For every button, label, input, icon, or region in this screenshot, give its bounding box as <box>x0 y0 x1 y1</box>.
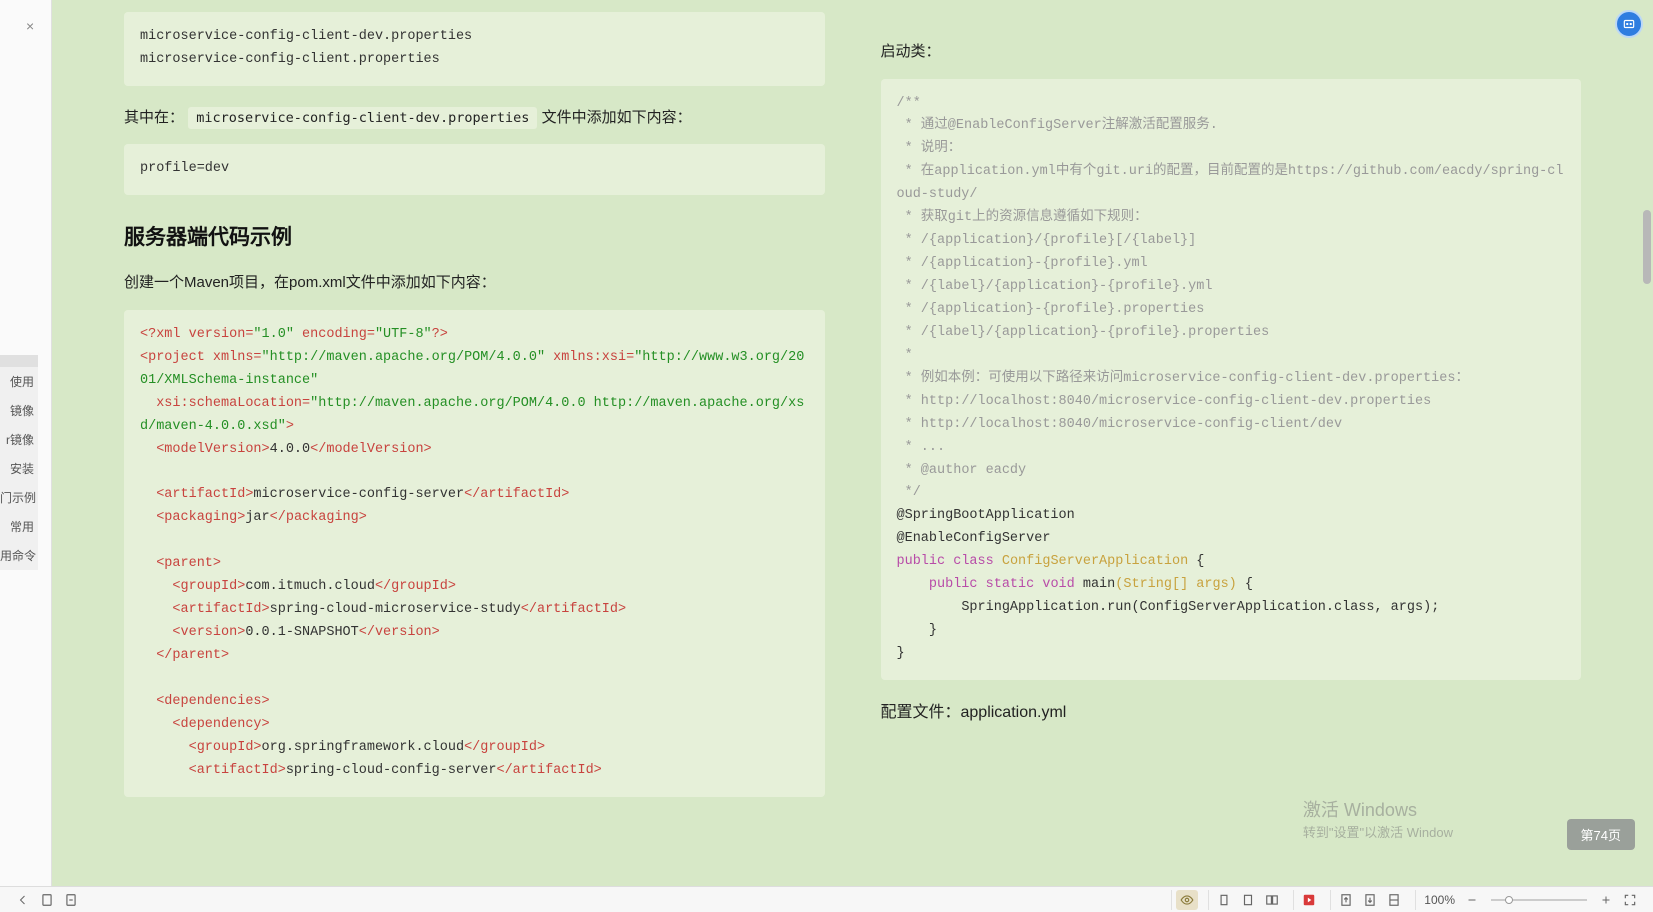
code-block-profile: profile=dev <box>124 144 825 195</box>
outline-item[interactable]: 常用 <box>0 512 38 541</box>
text: 文件中添加如下内容： <box>542 109 692 126</box>
assist-float-button[interactable] <box>1615 10 1643 38</box>
fullscreen-icon[interactable] <box>1619 890 1641 910</box>
outline-item[interactable]: 镜像 <box>0 396 38 425</box>
page-left: microservice-config-client-dev.propertie… <box>52 0 853 886</box>
play-slideshow-icon[interactable] <box>1298 890 1320 910</box>
inline-code: microservice-config-client-dev.propertie… <box>188 107 537 129</box>
outline-panel: 使用 镜像 r镜像 安装 门示例 常用 用命令 <box>0 355 38 570</box>
scrollbar-vertical[interactable] <box>1641 4 1651 856</box>
nav-prev-icon[interactable] <box>12 890 34 910</box>
section-heading: 服务器端代码示例 <box>124 221 825 251</box>
layout-single-icon[interactable] <box>1213 890 1235 910</box>
layout-two-page-icon[interactable] <box>1261 890 1283 910</box>
zoom-out-icon[interactable] <box>1461 890 1483 910</box>
outline-item[interactable]: 用命令 <box>0 541 38 570</box>
config-file-label: 配置文件：application.yml <box>881 698 1582 728</box>
app-root: × 使用 镜像 r镜像 安装 门示例 常用 用命令 microservice-c… <box>0 0 1653 912</box>
page-right: 启动类： /** * 通过@EnableConfigServer注解激活配置服务… <box>853 0 1653 886</box>
outline-item[interactable]: 使用 <box>0 367 38 396</box>
outline-item[interactable] <box>0 355 38 367</box>
page-fit-icon[interactable] <box>1383 890 1405 910</box>
outline-item[interactable]: 安装 <box>0 454 38 483</box>
paragraph: 创建一个Maven项目，在pom.xml文件中添加如下内容： <box>124 269 825 298</box>
scrollbar-thumb[interactable] <box>1643 210 1651 284</box>
page-add-icon[interactable] <box>36 890 58 910</box>
text: 其中在： <box>124 109 184 126</box>
import-icon[interactable] <box>1359 890 1381 910</box>
outline-item[interactable]: r镜像 <box>0 425 38 454</box>
bottom-toolbar: 100% <box>0 886 1653 912</box>
outline-item[interactable]: 门示例 <box>0 483 38 512</box>
paragraph: 启动类： <box>881 38 1582 67</box>
zoom-slider[interactable] <box>1491 899 1587 901</box>
left-gutter: × 使用 镜像 r镜像 安装 门示例 常用 用命令 <box>0 0 52 886</box>
document-content: microservice-config-client-dev.propertie… <box>52 0 1653 886</box>
page-indicator-badge[interactable]: 第74页 <box>1567 819 1635 850</box>
close-icon[interactable]: × <box>26 18 34 34</box>
zoom-level-label: 100% <box>1420 893 1459 907</box>
export-icon[interactable] <box>1335 890 1357 910</box>
view-reading-icon[interactable] <box>1176 890 1198 910</box>
zoom-slider-thumb[interactable] <box>1505 896 1513 904</box>
code-block-pom: <?xml version="1.0" encoding="UTF-8"?> <… <box>124 310 825 797</box>
layout-page-icon[interactable] <box>1237 890 1259 910</box>
main-area: × 使用 镜像 r镜像 安装 门示例 常用 用命令 microservice-c… <box>0 0 1653 886</box>
page-remove-icon[interactable] <box>60 890 82 910</box>
paragraph: 其中在： microservice-config-client-dev.prop… <box>124 104 825 133</box>
zoom-in-icon[interactable] <box>1595 890 1617 910</box>
code-block-filenames: microservice-config-client-dev.propertie… <box>124 12 825 86</box>
code-block-java: /** * 通过@EnableConfigServer注解激活配置服务. * 说… <box>881 79 1582 680</box>
